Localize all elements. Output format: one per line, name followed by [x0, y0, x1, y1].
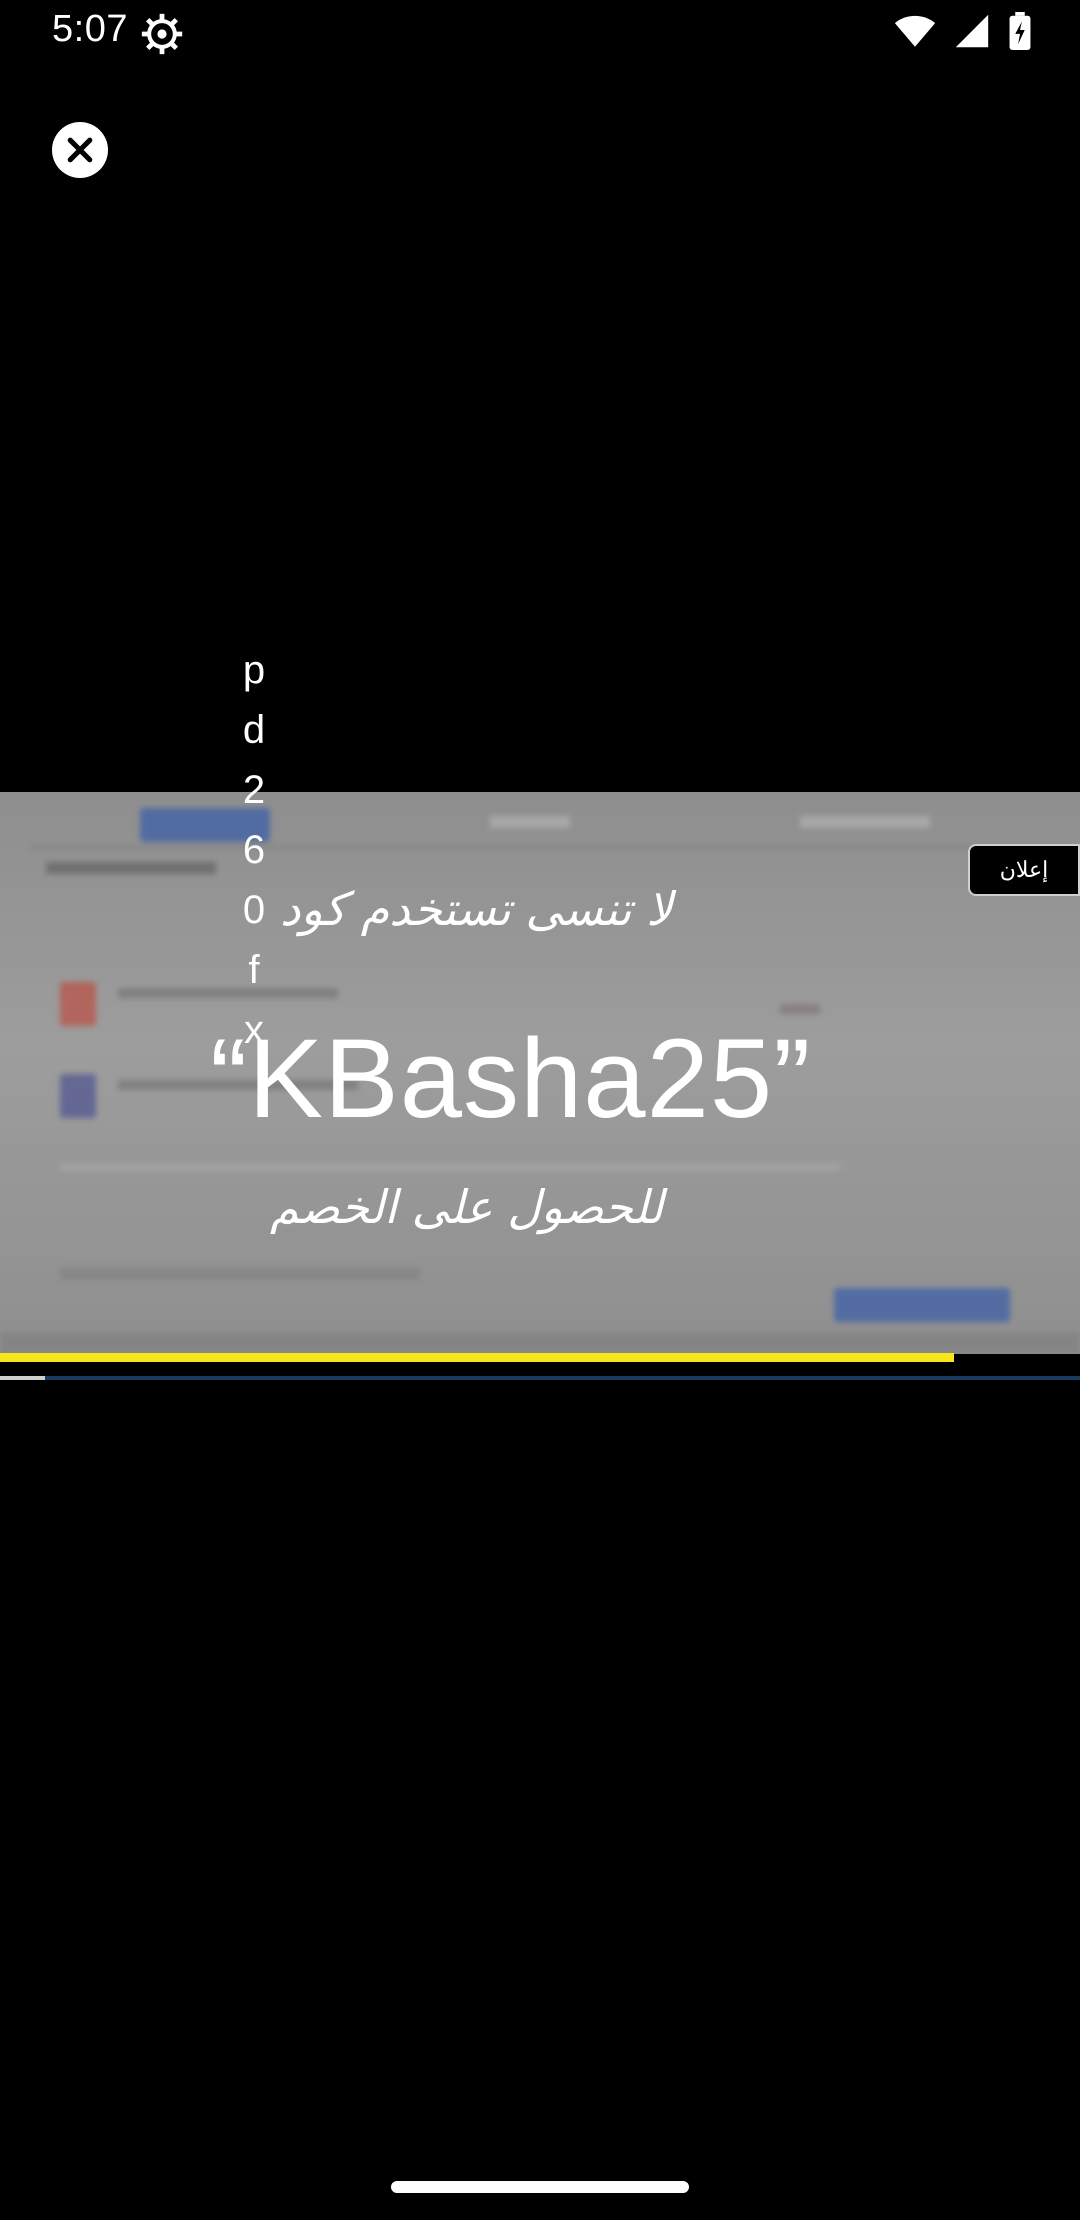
status-bar: 5:07	[0, 0, 1080, 70]
home-indicator[interactable]	[391, 2181, 689, 2193]
close-icon	[67, 137, 93, 163]
close-button[interactable]	[52, 122, 108, 178]
ad-video[interactable]: إعلان لا تنسى تستخدم كود “KBasha25” للحص…	[0, 792, 1080, 1354]
signal-icon	[955, 14, 989, 48]
battery-charging-icon	[1009, 12, 1031, 50]
playback-progress-fill	[0, 1376, 46, 1380]
ad-headline: لا تنسى تستخدم كود	[280, 882, 673, 936]
promo-code: “KBasha25”	[210, 1016, 812, 1141]
playback-progress-track[interactable]	[0, 1376, 1080, 1380]
ad-badge: إعلان	[968, 844, 1080, 896]
ad-progress-bar	[0, 1353, 954, 1362]
vertical-text-content: pd260fx	[242, 648, 266, 1052]
gear-icon	[141, 13, 183, 55]
ad-subline: للحصول على الخصم	[270, 1180, 664, 1234]
vertical-overlay-text: pd260fx	[236, 640, 272, 1060]
wifi-icon	[894, 15, 936, 47]
status-time: 5:07	[52, 8, 128, 50]
